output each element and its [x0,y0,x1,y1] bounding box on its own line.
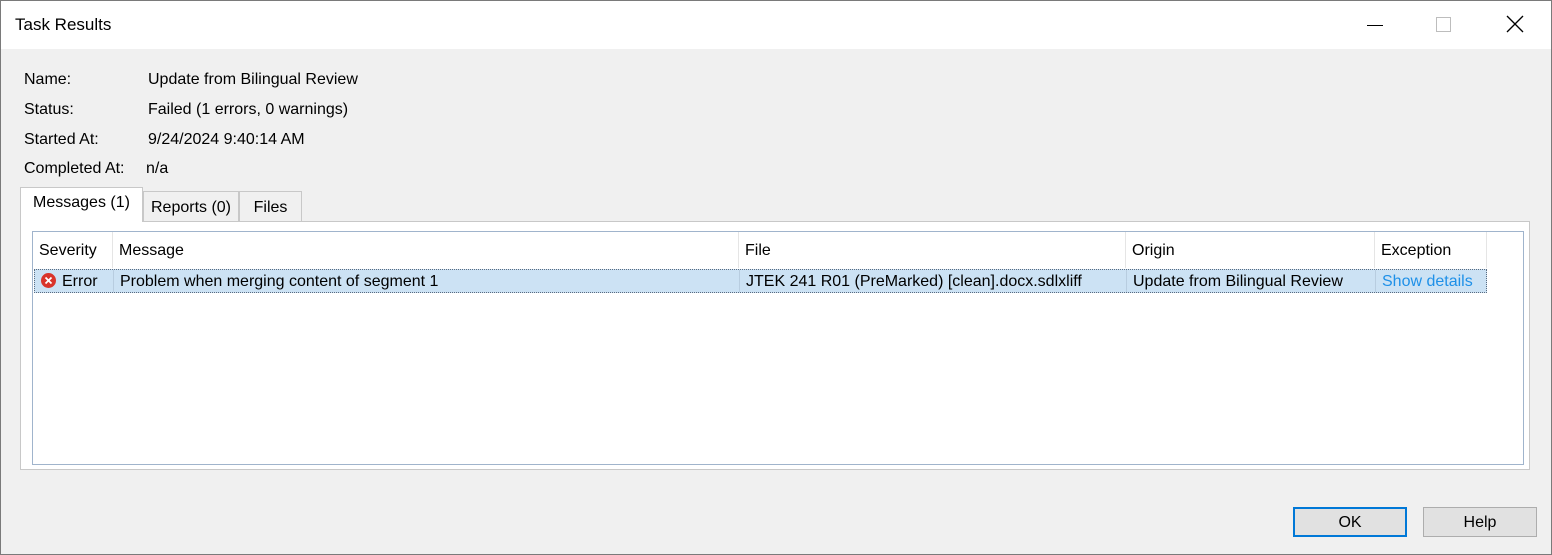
column-header-exception[interactable]: Exception [1375,232,1487,268]
maximize-button [1413,1,1473,49]
completed-value: n/a [146,160,169,177]
messages-tab-panel: Severity Message File Origin Exception E… [20,221,1530,470]
error-circle-icon [41,273,56,288]
tab-messages[interactable]: Messages (1) [20,187,143,222]
tab-reports[interactable]: Reports (0) [143,191,239,221]
show-details-link[interactable]: Show details [1382,273,1473,290]
column-header-file[interactable]: File [739,232,1126,268]
severity-cell: Error [35,270,114,292]
status-label: Status: [24,101,74,118]
column-header-severity[interactable]: Severity [33,232,113,268]
messages-grid: Severity Message File Origin Exception E… [32,231,1524,465]
origin-cell: Update from Bilingual Review [1127,270,1376,292]
started-value: 9/24/2024 9:40:14 AM [148,131,305,148]
task-results-dialog: Task Results Name: Update from Bilingual… [0,0,1552,555]
column-header-origin[interactable]: Origin [1126,232,1375,268]
close-button[interactable] [1485,1,1545,49]
completed-label: Completed At: [24,160,125,177]
title-bar: Task Results [1,1,1551,49]
maximize-icon [1436,17,1451,32]
window-title: Task Results [15,15,112,34]
table-row[interactable]: Error Problem when merging content of se… [34,269,1487,293]
started-label: Started At: [24,131,99,148]
ok-button[interactable]: OK [1293,507,1407,537]
help-button[interactable]: Help [1423,507,1537,537]
exception-cell: Show details [1376,270,1486,292]
status-value: Failed (1 errors, 0 warnings) [148,101,349,118]
close-icon [1506,15,1524,33]
message-cell: Problem when merging content of segment … [114,270,740,292]
column-header-message[interactable]: Message [113,232,739,268]
minimize-button[interactable] [1343,1,1403,49]
file-cell: JTEK 241 R01 (PreMarked) [clean].docx.sd… [740,270,1127,292]
minimize-icon [1367,25,1383,26]
severity-text: Error [62,273,98,290]
name-label: Name: [24,71,72,88]
tab-files[interactable]: Files [239,191,302,221]
name-value: Update from Bilingual Review [148,71,358,88]
